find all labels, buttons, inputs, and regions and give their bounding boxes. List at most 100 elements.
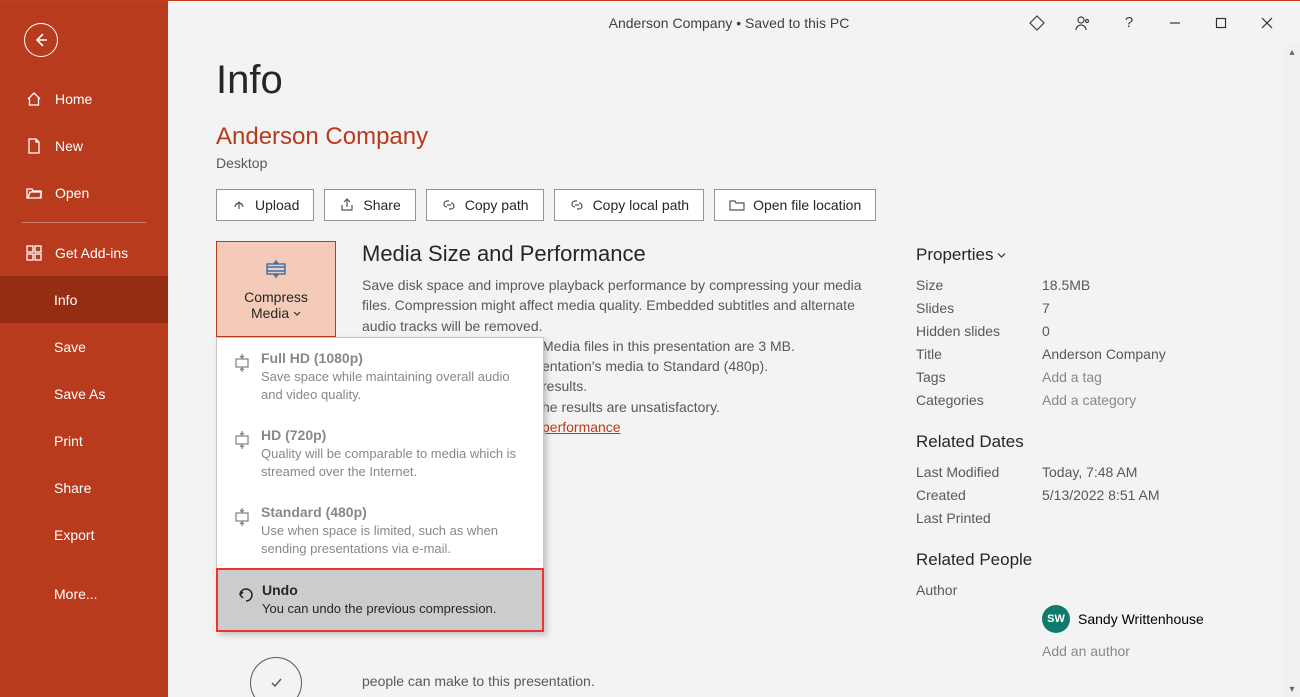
- scroll-up-arrow[interactable]: ▴: [1284, 44, 1300, 60]
- add-category-link[interactable]: Add a category: [1042, 392, 1136, 408]
- nav-label: Open: [55, 185, 89, 201]
- chevron-down-icon: [997, 251, 1006, 260]
- nav-get-addins[interactable]: Get Add-ins: [0, 229, 168, 276]
- link-icon: [569, 197, 585, 213]
- compress-media-icon: [263, 258, 289, 283]
- dropdown-item-desc: You can undo the previous compression.: [262, 600, 526, 618]
- dropdown-item-title: Full HD (1080p): [261, 350, 527, 366]
- nav-label: New: [55, 138, 83, 154]
- folder-icon: [729, 197, 745, 213]
- compress-media-button[interactable]: Compress Media: [216, 241, 336, 337]
- dropdown-item-title: Standard (480p): [261, 504, 527, 520]
- action-label: Upload: [255, 197, 299, 213]
- dropdown-item-title: HD (720p): [261, 427, 527, 443]
- prop-row-tags: TagsAdd a tag: [916, 369, 1236, 385]
- dropdown-hd[interactable]: HD (720p) Quality will be comparable to …: [217, 415, 543, 492]
- nav-home[interactable]: Home: [0, 75, 168, 122]
- nav-info[interactable]: Info: [0, 276, 168, 323]
- prop-row-categories: CategoriesAdd a category: [916, 392, 1236, 408]
- nav-more[interactable]: More...: [0, 570, 168, 617]
- prop-row-printed: Last Printed: [916, 510, 1236, 526]
- undo-highlight: Undo You can undo the previous compressi…: [216, 568, 544, 632]
- nav-export[interactable]: Export: [0, 511, 168, 558]
- check-issues-button-partial[interactable]: [216, 657, 336, 697]
- nav-label: Print: [54, 433, 83, 449]
- performance-link[interactable]: performance: [542, 419, 621, 435]
- action-label: Copy local path: [593, 197, 690, 213]
- maximize-button[interactable]: [1198, 1, 1244, 45]
- add-author-link[interactable]: Add an author: [1042, 643, 1236, 659]
- help-icon[interactable]: ?: [1106, 1, 1152, 45]
- dropdown-item-title: Undo: [262, 582, 526, 598]
- compress-media-dropdown: Full HD (1080p) Save space while maintai…: [216, 337, 544, 632]
- minimize-button[interactable]: [1152, 1, 1198, 45]
- nav-new[interactable]: New: [0, 122, 168, 169]
- resolution-icon: [233, 429, 261, 454]
- related-dates-header: Related Dates: [916, 432, 1236, 452]
- nav-save[interactable]: Save: [0, 323, 168, 370]
- share-icon: [339, 197, 355, 213]
- account-icon[interactable]: [1060, 1, 1106, 45]
- file-location: Desktop: [216, 155, 1284, 171]
- vertical-scrollbar[interactable]: ▴ ▾: [1284, 44, 1300, 697]
- chevron-down-icon: [293, 310, 301, 318]
- dropdown-undo[interactable]: Undo You can undo the previous compressi…: [218, 570, 542, 630]
- media-section-title: Media Size and Performance: [362, 241, 876, 267]
- resolution-icon: [233, 352, 261, 377]
- diamond-icon[interactable]: [1014, 1, 1060, 45]
- nav-label: Get Add-ins: [55, 245, 128, 261]
- nav-save-as[interactable]: Save As: [0, 370, 168, 417]
- author-avatar: SW: [1042, 605, 1070, 633]
- home-icon: [25, 90, 43, 108]
- add-tag-link[interactable]: Add a tag: [1042, 369, 1102, 385]
- nav-print[interactable]: Print: [0, 417, 168, 464]
- new-icon: [25, 137, 43, 155]
- close-button[interactable]: [1244, 1, 1290, 45]
- protect-text-fragment: people can make to this presentation.: [362, 673, 876, 689]
- scroll-down-arrow[interactable]: ▾: [1284, 681, 1300, 697]
- resolution-icon: [233, 506, 261, 531]
- undo-icon: [234, 584, 262, 609]
- nav-label: Share: [54, 480, 91, 496]
- dropdown-standard[interactable]: Standard (480p) Use when space is limite…: [217, 492, 543, 569]
- addins-icon: [25, 244, 43, 262]
- action-label: Copy path: [465, 197, 529, 213]
- title-bar: Anderson Company • Saved to this PC ?: [168, 0, 1300, 44]
- author-name: Sandy Writtenhouse: [1078, 611, 1204, 627]
- page-title: Info: [216, 58, 1284, 103]
- window-title: Anderson Company • Saved to this PC: [449, 15, 1010, 31]
- prop-row-size: Size18.5MB: [916, 277, 1236, 293]
- dropdown-item-desc: Use when space is limited, such as when …: [261, 522, 527, 557]
- share-button[interactable]: Share: [324, 189, 415, 221]
- dropdown-full-hd[interactable]: Full HD (1080p) Save space while maintai…: [217, 338, 543, 415]
- copy-path-button[interactable]: Copy path: [426, 189, 544, 221]
- action-label: Share: [363, 197, 400, 213]
- author-row[interactable]: SW Sandy Writtenhouse: [1042, 605, 1236, 633]
- nav-label: More...: [54, 586, 98, 602]
- prop-row-author: Author: [916, 582, 1236, 598]
- action-row: Upload Share Copy path Copy local path O…: [216, 189, 1284, 221]
- related-people-header: Related People: [916, 550, 1236, 570]
- prop-row-slides: Slides7: [916, 300, 1236, 316]
- nav-share[interactable]: Share: [0, 464, 168, 511]
- nav-label: Save As: [54, 386, 105, 402]
- back-button[interactable]: [24, 23, 58, 57]
- open-file-location-button[interactable]: Open file location: [714, 189, 876, 221]
- upload-button[interactable]: Upload: [216, 189, 314, 221]
- compress-label-2: Media: [251, 305, 289, 321]
- prop-row-hidden: Hidden slides0: [916, 323, 1236, 339]
- upload-icon: [231, 197, 247, 213]
- copy-local-path-button[interactable]: Copy local path: [554, 189, 705, 221]
- action-label: Open file location: [753, 197, 861, 213]
- nav-label: Save: [54, 339, 86, 355]
- nav-label: Home: [55, 91, 92, 107]
- prop-row-created: Created5/13/2022 8:51 AM: [916, 487, 1236, 503]
- file-name: Anderson Company: [216, 123, 1284, 151]
- nav-label: Info: [54, 292, 77, 308]
- inspect-icon: [250, 657, 302, 697]
- nav-label: Export: [54, 527, 94, 543]
- compress-label-1: Compress: [244, 289, 308, 305]
- properties-header[interactable]: Properties: [916, 245, 1236, 265]
- nav-open[interactable]: Open: [0, 169, 168, 216]
- prop-row-modified: Last ModifiedToday, 7:48 AM: [916, 464, 1236, 480]
